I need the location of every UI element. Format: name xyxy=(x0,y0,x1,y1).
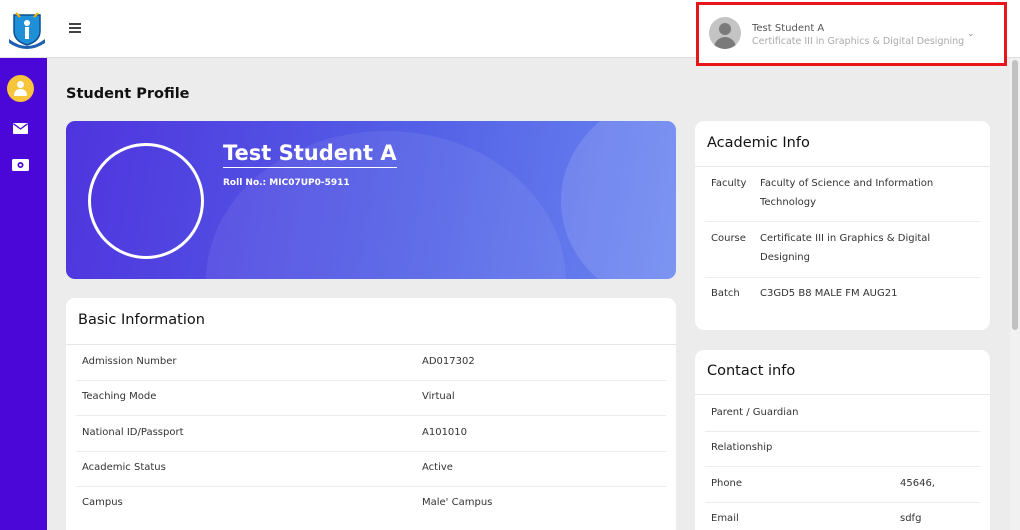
row-value: Virtual xyxy=(422,391,455,402)
page-title: Student Profile xyxy=(66,86,190,102)
basic-information-card: Basic Information Admission Number AD017… xyxy=(66,298,676,530)
card-title: Contact info xyxy=(707,363,796,379)
row-value: C3GD5 B8 MALE FM AUG21 xyxy=(760,288,898,299)
academic-info-card: Academic Info Faculty Faculty of Science… xyxy=(695,121,990,330)
user-name: Test Student A xyxy=(752,23,825,34)
row-label: Faculty xyxy=(711,178,747,189)
row-label: Academic Status xyxy=(82,462,166,473)
row-value: 45646, xyxy=(900,478,935,489)
roll-number: Roll No.: MIC07UP0-5911 xyxy=(223,178,350,188)
profile-name: Test Student A xyxy=(223,141,397,168)
row-label: Batch xyxy=(711,288,740,299)
row-label: National ID/Passport xyxy=(82,427,184,438)
user-menu[interactable]: Test Student A Certificate III in Graphi… xyxy=(696,2,1007,66)
mail-icon[interactable] xyxy=(13,123,28,134)
row-value: sdfg xyxy=(900,513,922,524)
row-value: Active xyxy=(422,462,453,473)
scrollbar-thumb[interactable] xyxy=(1012,60,1018,330)
profile-photo xyxy=(88,143,204,259)
row-label: Teaching Mode xyxy=(82,391,157,402)
institution-logo[interactable] xyxy=(4,9,50,53)
contact-info-card: Contact info Parent / Guardian Relations… xyxy=(695,350,990,530)
user-avatar xyxy=(709,17,741,49)
card-title: Academic Info xyxy=(707,135,810,151)
profile-nav-icon[interactable] xyxy=(7,75,34,102)
card-title: Basic Information xyxy=(78,312,205,328)
row-value: AD017302 xyxy=(422,356,475,367)
row-label: Email xyxy=(711,513,739,524)
row-label: Campus xyxy=(82,497,123,508)
row-value: Male' Campus xyxy=(422,497,493,508)
top-bar: Test Student A Certificate III in Graphi… xyxy=(0,0,1020,66)
row-label: Phone xyxy=(711,478,742,489)
chevron-down-icon[interactable]: ⌄ xyxy=(967,29,975,39)
row-value: Faculty of Science and Information Techn… xyxy=(760,178,934,208)
row-value: A101010 xyxy=(422,427,468,438)
money-icon[interactable] xyxy=(12,159,29,171)
user-course: Certificate III in Graphics & Digital De… xyxy=(752,36,965,47)
row-label: Course xyxy=(711,233,746,244)
sidebar xyxy=(0,58,47,530)
row-label: Relationship xyxy=(711,442,773,453)
profile-banner: Test Student A Roll No.: MIC07UP0-5911 xyxy=(66,121,676,279)
row-label: Parent / Guardian xyxy=(711,407,799,418)
row-value: Certificate III in Graphics & Digital De… xyxy=(760,233,931,263)
row-label: Admission Number xyxy=(82,356,177,367)
menu-toggle-icon[interactable] xyxy=(69,23,81,35)
